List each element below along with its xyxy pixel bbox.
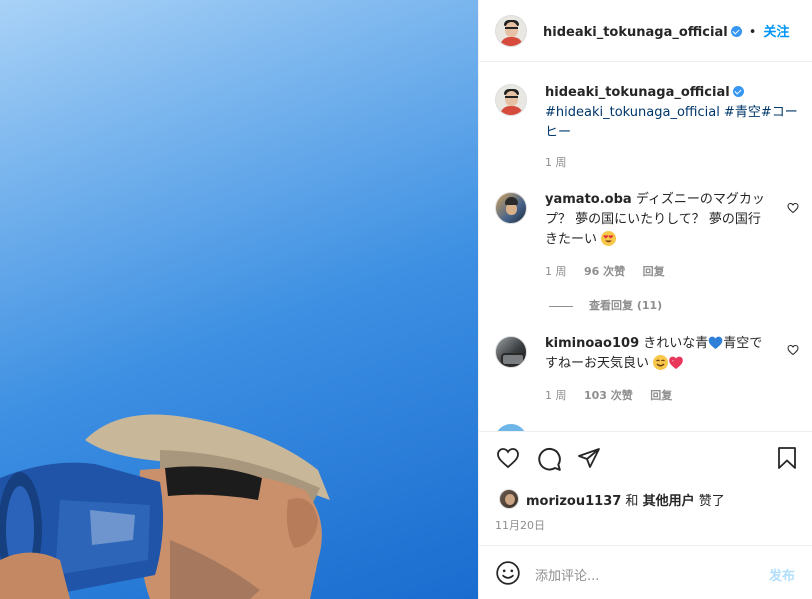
- like-comment-2-heart-icon[interactable]: [787, 344, 799, 356]
- liker-username[interactable]: morizou1137: [526, 494, 621, 509]
- save-bookmark-icon[interactable]: [775, 445, 799, 471]
- comment-2-reply-button[interactable]: 回复: [650, 389, 672, 402]
- verified-badge-icon: [730, 26, 742, 37]
- photo-illustration: [0, 414, 330, 599]
- post-photo[interactable]: [0, 0, 478, 599]
- post-side-panel: hideaki_tokunaga_official • 关注 hideaki_t…: [478, 0, 812, 599]
- comment-2-username[interactable]: kiminoao109: [545, 336, 639, 351]
- verified-badge-icon: [732, 86, 744, 97]
- caption: hideaki_tokunaga_official #hideaki_tokun…: [545, 83, 799, 143]
- comment-2-likes[interactable]: 103 次赞: [584, 389, 633, 402]
- comment-1: yamato.oba ディズニーのマグカップ？ 夢の国にいたりして？ 夢の国行き…: [545, 190, 773, 250]
- comment-bubble-icon[interactable]: [536, 446, 562, 472]
- comment-2-meta: 1 周 103 次赞 回复: [545, 387, 672, 403]
- post-actions: morizou1137 和 其他用户 赞了 11月20日: [479, 431, 812, 545]
- caption-avatar[interactable]: [495, 84, 527, 116]
- post-date[interactable]: 11月20日: [495, 517, 545, 533]
- caption-time[interactable]: 1 周: [545, 154, 567, 170]
- post-comment-button[interactable]: 发布: [769, 565, 795, 584]
- replies-divider: [549, 305, 573, 307]
- follow-button[interactable]: 关注: [764, 25, 790, 40]
- likes-connector: 和: [625, 494, 639, 509]
- comment-input[interactable]: 添加评论...: [535, 565, 599, 584]
- author-username[interactable]: hideaki_tokunaga_official: [543, 25, 728, 40]
- add-comment-bar: 添加评论... 发布: [479, 545, 812, 599]
- comment-2-text-part1: きれいな青: [643, 336, 709, 351]
- like-comment-1-heart-icon[interactable]: [787, 202, 799, 214]
- emoji-picker-icon[interactable]: [495, 560, 521, 586]
- comment-2: kiminoao109 きれいな青 青空ですねーお天気良い: [545, 334, 773, 374]
- heart-eyes-emoji-icon: [601, 231, 617, 246]
- liker-avatar[interactable]: [499, 489, 519, 509]
- sparkling-heart-emoji-icon: [669, 356, 683, 369]
- comment-avatar-kiminoao[interactable]: [495, 336, 527, 368]
- share-paper-plane-icon[interactable]: [576, 446, 602, 470]
- header-separator: •: [748, 25, 757, 40]
- post-header: hideaki_tokunaga_official • 关注: [479, 0, 812, 62]
- other-likers-link[interactable]: 其他用户: [643, 494, 695, 509]
- comment-1-reply-button[interactable]: 回复: [643, 265, 665, 278]
- comment-2-time[interactable]: 1 周: [545, 389, 567, 402]
- view-replies-button[interactable]: 查看回复 (11): [549, 297, 662, 313]
- smile-emoji-icon: [653, 355, 669, 370]
- view-replies-label[interactable]: 查看回复 (11): [589, 299, 662, 312]
- comment-avatar-yamato[interactable]: [495, 192, 527, 224]
- comment-1-likes[interactable]: 96 次赞: [584, 265, 625, 278]
- caption-username[interactable]: hideaki_tokunaga_official: [545, 85, 730, 100]
- author-avatar[interactable]: [495, 15, 527, 47]
- caption-hashtags[interactable]: #hideaki_tokunaga_official #青空#コーヒー: [545, 103, 799, 143]
- likes-summary: morizou1137 和 其他用户 赞了: [526, 490, 725, 509]
- like-heart-icon[interactable]: [495, 446, 521, 470]
- likes-suffix: 赞了: [698, 494, 725, 509]
- comment-1-meta: 1 周 96 次赞 回复: [545, 263, 665, 279]
- comments-section[interactable]: hideaki_tokunaga_official #hideaki_tokun…: [479, 62, 812, 431]
- blue-heart-emoji-icon: [708, 336, 723, 349]
- comment-1-username[interactable]: yamato.oba: [545, 192, 632, 207]
- comment-avatar-next[interactable]: [495, 424, 527, 431]
- comment-1-time[interactable]: 1 周: [545, 265, 567, 278]
